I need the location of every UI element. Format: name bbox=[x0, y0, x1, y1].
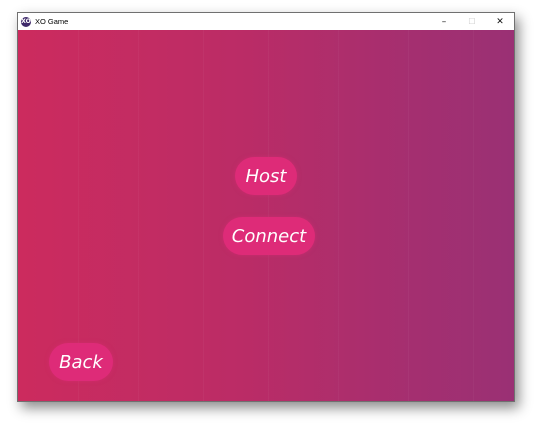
back-button-label: Back bbox=[59, 351, 103, 373]
close-icon: ✕ bbox=[496, 16, 504, 27]
minimize-button[interactable]: – bbox=[430, 13, 458, 30]
title-bar[interactable]: XO XO Game – ☐ ✕ bbox=[18, 13, 514, 30]
connect-button[interactable]: Connect bbox=[223, 217, 315, 255]
background-stripe bbox=[268, 30, 269, 401]
background-stripe bbox=[203, 30, 204, 401]
close-button[interactable]: ✕ bbox=[486, 13, 514, 30]
background-stripe bbox=[473, 30, 474, 401]
maximize-button[interactable]: ☐ bbox=[458, 13, 486, 30]
maximize-icon: ☐ bbox=[468, 17, 476, 26]
background-stripe bbox=[338, 30, 339, 401]
app-logo-icon: XO bbox=[21, 16, 31, 27]
window-title: XO Game bbox=[35, 17, 69, 26]
connect-button-label: Connect bbox=[231, 225, 307, 247]
background-stripe bbox=[138, 30, 139, 401]
back-button[interactable]: Back bbox=[49, 343, 113, 381]
minimize-icon: – bbox=[441, 16, 447, 27]
background-stripe bbox=[408, 30, 409, 401]
game-menu-area: Host Connect Back bbox=[18, 30, 514, 401]
window-controls: – ☐ ✕ bbox=[430, 13, 514, 30]
host-button-label: Host bbox=[245, 165, 287, 187]
app-window: XO XO Game – ☐ ✕ Host Connect Back bbox=[17, 12, 515, 402]
host-button[interactable]: Host bbox=[235, 157, 297, 195]
